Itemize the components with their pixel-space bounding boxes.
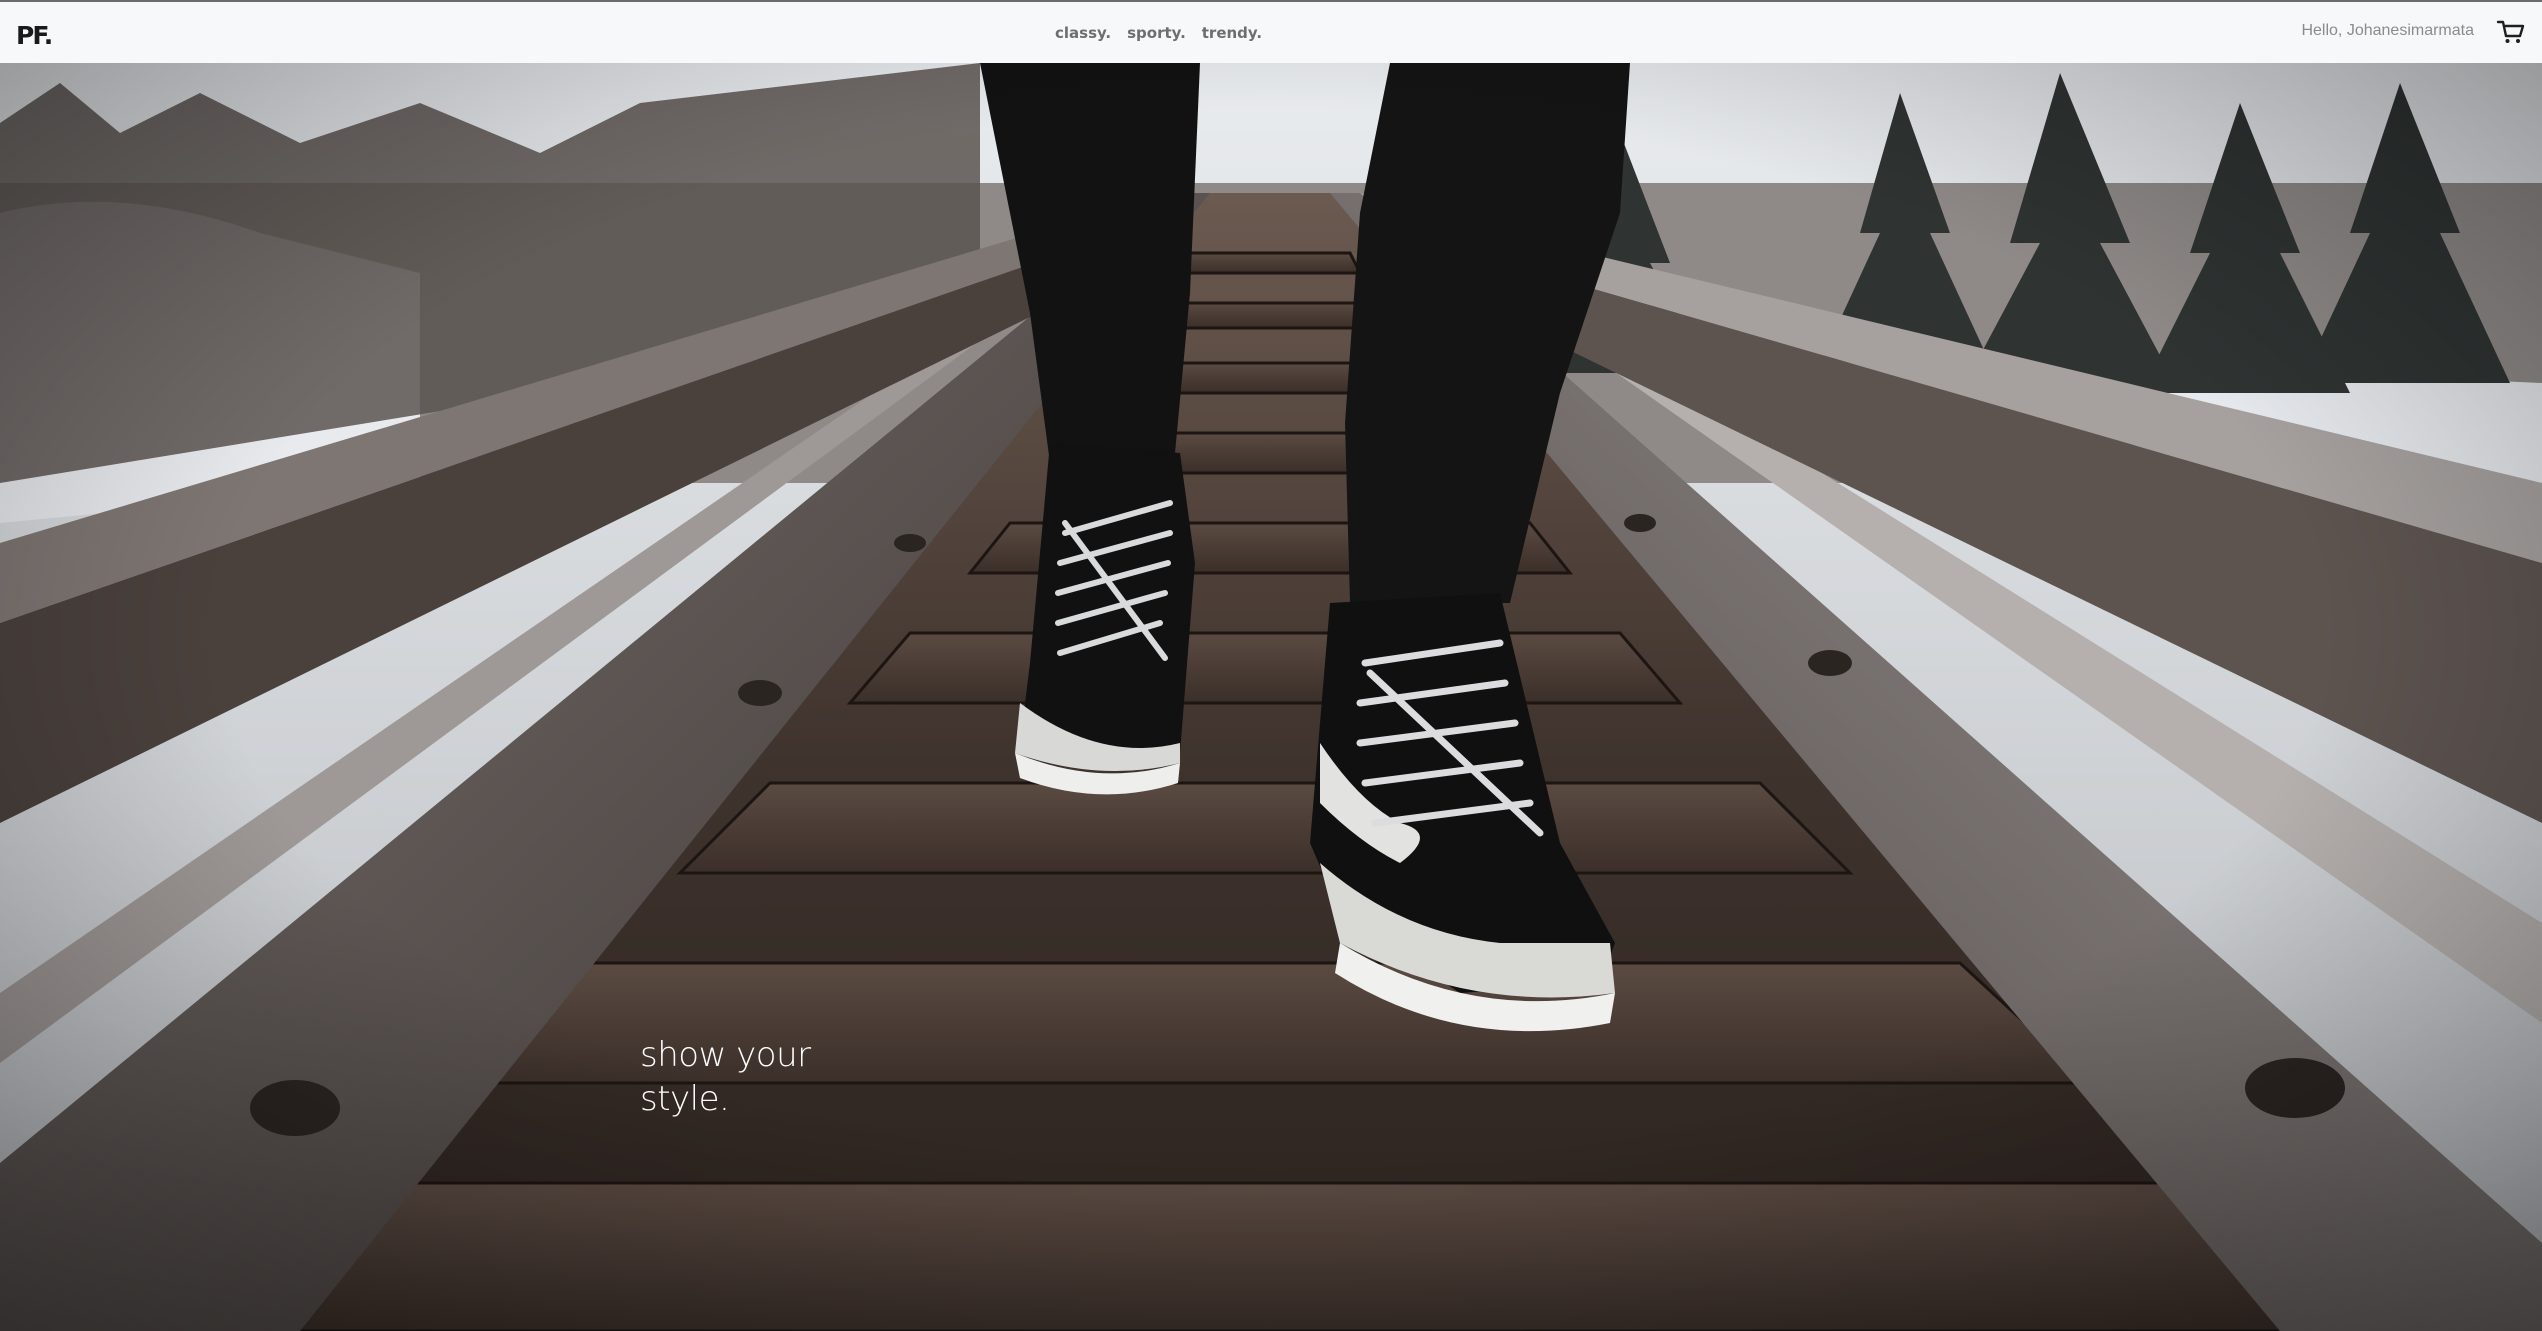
category-nav: classy. sporty. trendy.: [1055, 24, 1262, 42]
brand-logo[interactable]: PF.: [16, 21, 53, 50]
hero-image: [0, 63, 2542, 1331]
user-greeting[interactable]: Hello, Johanesimarmata: [2301, 22, 2474, 40]
hero-tagline: show your style.: [640, 1033, 811, 1121]
hero-tagline-line1: show your: [640, 1035, 811, 1075]
shopping-cart-icon[interactable]: [2496, 17, 2526, 47]
nav-link-classy[interactable]: classy.: [1055, 24, 1111, 42]
top-navbar: PF. classy. sporty. trendy. Hello, Johan…: [0, 0, 2542, 63]
nav-link-sporty[interactable]: sporty.: [1127, 24, 1186, 42]
hero-tagline-line2: style.: [640, 1079, 730, 1119]
nav-link-trendy[interactable]: trendy.: [1202, 24, 1262, 42]
hero-banner: show your style.: [0, 63, 2542, 1331]
